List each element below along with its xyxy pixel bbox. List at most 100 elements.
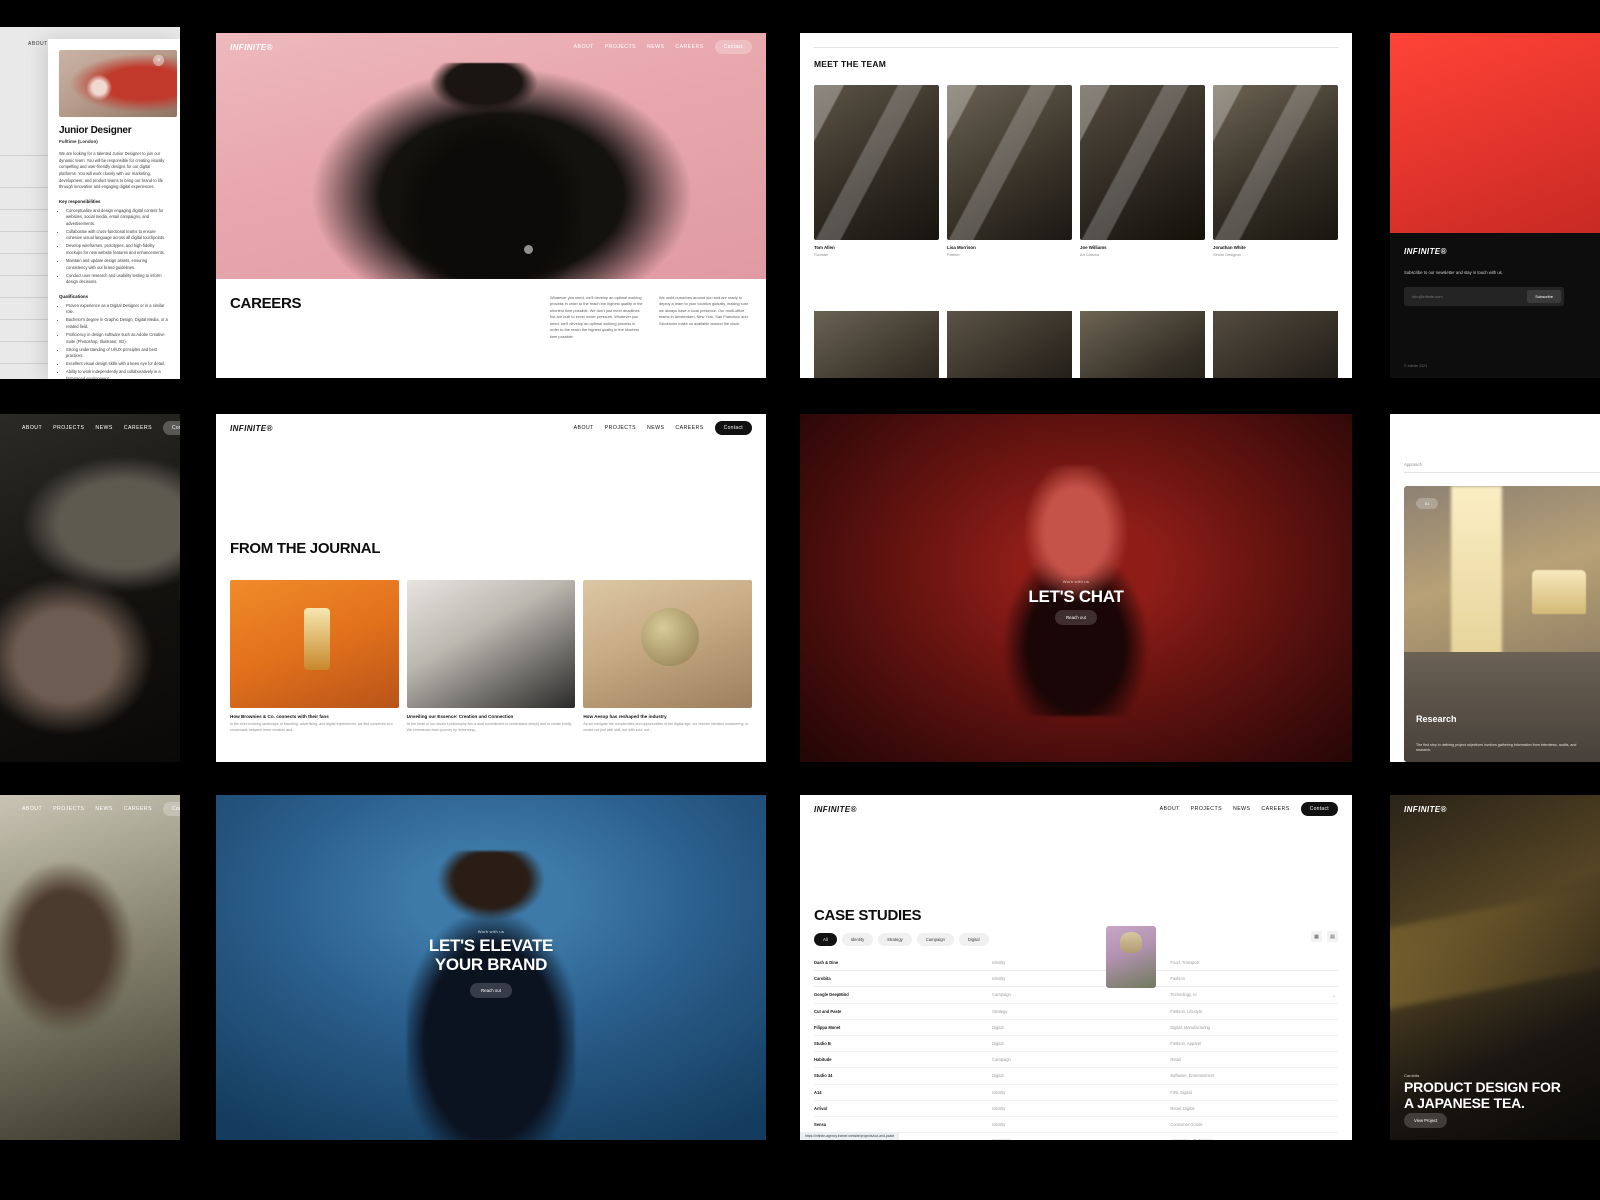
close-icon[interactable]: × <box>153 55 164 66</box>
nav-link-about[interactable]: ABOUT <box>1160 806 1180 812</box>
nav-link-projects[interactable]: PROJECTS <box>53 425 84 431</box>
filter-chip-digital[interactable]: Digital <box>958 933 989 946</box>
table-row[interactable]: Studio B Digital Fashion, Apparel <box>814 1035 1338 1053</box>
reach-out-button[interactable]: Reach out <box>1054 610 1098 625</box>
nav-link-about[interactable]: ABOUT <box>574 44 594 50</box>
case-tags: Film, Digital <box>1170 1084 1338 1101</box>
nav-link-projects[interactable]: PROJECTS <box>1191 806 1222 812</box>
responsibilities-list: Conceptualize and design engaging digita… <box>59 208 169 286</box>
filter-chip-all[interactable]: All <box>814 933 837 946</box>
nav-link-careers[interactable]: CAREERS <box>675 44 703 50</box>
panel-lets-elevate: Work with us LET'S ELEVATE YOUR BRAND Rea… <box>216 795 766 1140</box>
team-member-role: Art Director <box>1080 252 1100 257</box>
case-service: Campaign <box>992 1051 1171 1069</box>
contact-button[interactable]: Contact <box>714 421 752 435</box>
team-photo <box>1080 85 1205 240</box>
section-label: Approach <box>1404 462 1422 467</box>
project-title-line-2: A JAPANESE TEA. <box>1404 1094 1525 1111</box>
list-item: Bachelor's degree in Graphic Design, Dig… <box>66 317 169 330</box>
team-photo[interactable] <box>1213 311 1338 378</box>
email-input[interactable]: info@infinite.com <box>1407 294 1527 299</box>
filter-chip-campaign[interactable]: Campaign <box>916 933 954 946</box>
panel-job-detail: ABOUT × Junior Designer Fulltime (London… <box>0 27 180 379</box>
case-service: Identity <box>992 1100 1171 1117</box>
logo[interactable]: INFINITE® <box>230 424 273 433</box>
journal-card[interactable]: Unveiling our Essence: Creation and Conn… <box>406 580 576 734</box>
nav-link-careers[interactable]: CAREERS <box>1261 806 1289 812</box>
table-row[interactable]: Google DeepMind Campaign Technology, AI <box>814 986 1338 1004</box>
team-card[interactable]: Lisa Morrison Partner <box>947 85 1072 257</box>
table-row[interactable]: Cut and Paste Strategy Fashion, Lifestyle <box>814 1003 1338 1020</box>
table-row[interactable]: Studio 34 Digital Software, Entertainment <box>814 1067 1338 1085</box>
face-shape <box>0 837 150 1077</box>
filter-chip-identity[interactable]: Identity <box>841 933 874 946</box>
table-row[interactable]: Carobita Identity Fashion <box>814 970 1338 988</box>
team-photo <box>814 85 939 240</box>
project-title: PRODUCT DESIGN FOR A JAPANESE TEA. <box>1404 1079 1561 1112</box>
nav-link-careers[interactable]: CAREERS <box>675 425 703 431</box>
journal-card[interactable]: How Brownies & Co. connects with their f… <box>230 580 399 734</box>
list-item: Excellent visual design skills with a ke… <box>66 361 169 368</box>
case-tags: Retail <box>1170 1051 1338 1069</box>
site-nav: INFINITE® ABOUT PROJECTS NEWS CAREERS Co… <box>216 414 766 442</box>
contact-button[interactable]: Contact <box>163 802 180 816</box>
nav-link-about[interactable]: ABOUT <box>574 425 594 431</box>
panel-careers: INFINITE® ABOUT PROJECTS NEWS CAREERS Co… <box>216 33 766 378</box>
grid-view-icon[interactable]: ▦ <box>1311 931 1322 942</box>
panel-project-feature: INFINITE® Carobita PRODUCT DESIGN FOR A J… <box>1390 795 1600 1140</box>
case-name: Habitude <box>814 1051 993 1069</box>
table-row[interactable]: Dash & Dine Identity Food, Transport <box>814 955 1338 972</box>
table-row[interactable]: A14 Identity Film, Digital <box>814 1084 1338 1101</box>
team-photo[interactable] <box>1080 311 1205 378</box>
case-service: Campaign <box>992 1132 1171 1140</box>
contact-button[interactable]: Contact <box>163 421 180 435</box>
nav-link-projects[interactable]: PROJECTS <box>605 44 636 50</box>
nav-links: ABOUT PROJECTS NEWS CAREERS Contact <box>22 802 180 816</box>
nav-link-projects[interactable]: PROJECTS <box>605 425 636 431</box>
table-row[interactable]: Habitude Campaign Retail <box>814 1051 1338 1069</box>
filter-chip-strategy[interactable]: Strategy <box>878 933 912 946</box>
case-studies-table: Dash & Dine Identity Food, Transport Carobi… <box>814 955 1338 1140</box>
case-tags: Software, Entertainment <box>1170 1067 1338 1085</box>
logo[interactable]: INFINITE® <box>230 43 273 52</box>
job-lead: We are looking for a talented Junior Des… <box>59 151 165 190</box>
article-image <box>406 580 576 708</box>
hero-figure <box>401 63 581 279</box>
list-view-icon[interactable]: ▤ <box>1327 931 1338 942</box>
team-photo <box>1213 85 1338 240</box>
nav-link-about[interactable]: ABOUT <box>22 425 42 431</box>
table-row[interactable]: Filippa Monet Digital Digital, Manufacturi… <box>814 1019 1338 1036</box>
approach-title: Research <box>1416 714 1457 724</box>
table-row[interactable]: Arrival Identity Retail, Digital <box>814 1100 1338 1117</box>
team-card[interactable]: Joe Williams Art Director <box>1080 85 1205 257</box>
team-card[interactable]: Tom Allen Founder <box>814 85 939 257</box>
panel-approach: Approach 01 Research The first step in d… <box>1390 414 1600 762</box>
team-photo[interactable] <box>814 311 939 378</box>
nav-link-about[interactable]: ABOUT <box>22 806 42 812</box>
table-row[interactable]: Sensa Identity Consumer Goods <box>814 1116 1338 1134</box>
contact-button[interactable]: Contact <box>714 40 752 54</box>
view-project-button[interactable]: View Project <box>1404 1113 1448 1128</box>
nav-link-careers[interactable]: CAREERS <box>124 425 152 431</box>
team-card[interactable]: Jonathan White Senior Designer <box>1213 85 1338 257</box>
team-photo[interactable] <box>947 311 1072 378</box>
footer-logo[interactable]: INFINITE® <box>1404 247 1586 256</box>
contact-button[interactable]: Contact <box>1300 802 1338 816</box>
subscribe-button[interactable]: Subscribe <box>1527 289 1561 303</box>
logo[interactable]: INFINITE® <box>1404 805 1447 814</box>
nav-link-news[interactable]: NEWS <box>95 806 112 812</box>
nav-link-news[interactable]: NEWS <box>647 44 664 50</box>
approach-card[interactable]: 01 Research The first step in defining p… <box>1404 486 1600 762</box>
nav-about-label[interactable]: ABOUT <box>28 41 48 47</box>
nav-link-projects[interactable]: PROJECTS <box>53 806 84 812</box>
case-name: Cut and Paste <box>814 1003 993 1020</box>
nav-link-news[interactable]: NEWS <box>1233 806 1250 812</box>
logo[interactable]: INFINITE® <box>814 805 857 814</box>
reach-out-button[interactable]: Reach out <box>469 983 513 998</box>
journal-card[interactable]: How Aesop has reshaped the industry As w… <box>583 580 752 734</box>
nav-link-careers[interactable]: CAREERS <box>124 806 152 812</box>
team-member-name: Tom Allen <box>814 245 835 250</box>
nav-link-news[interactable]: NEWS <box>647 425 664 431</box>
filter-chips: All Identity Strategy Campaign Digital <box>814 933 989 946</box>
nav-link-news[interactable]: NEWS <box>95 425 112 431</box>
